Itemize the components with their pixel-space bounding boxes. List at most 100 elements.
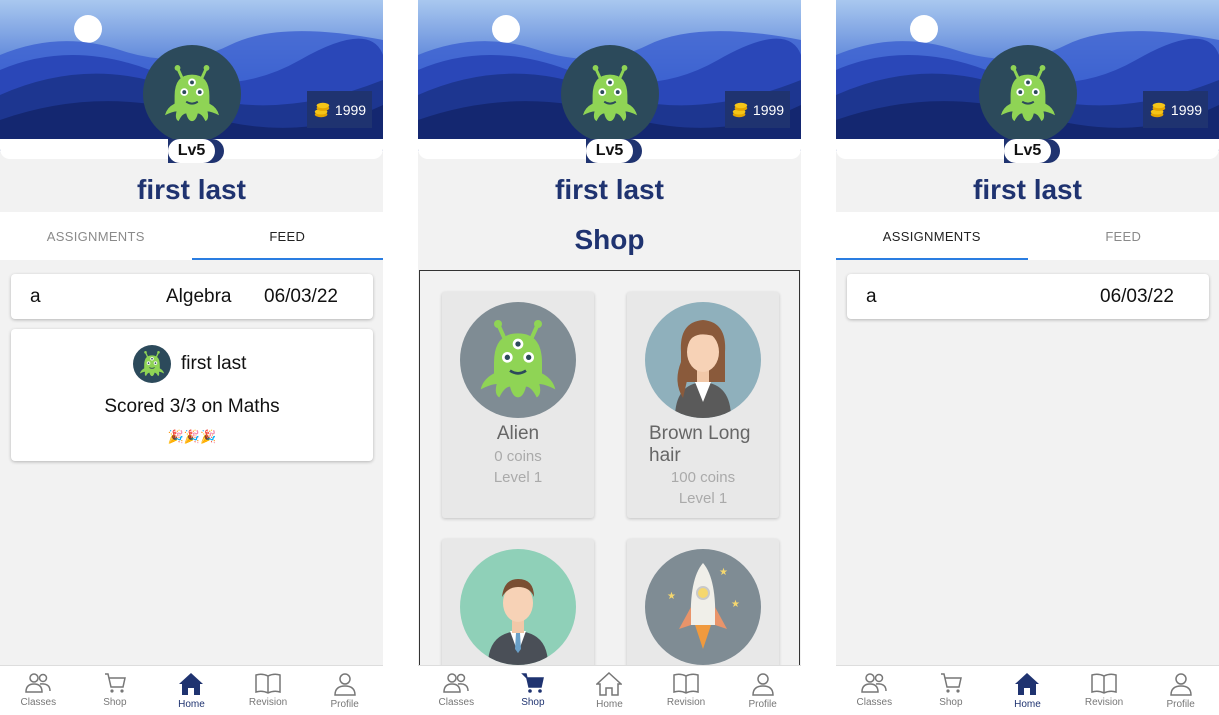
tab-assignments[interactable]: ASSIGNMENTS bbox=[836, 212, 1028, 260]
assignment-row[interactable]: a 06/03/22 bbox=[847, 274, 1209, 319]
nav-classes[interactable]: Classes bbox=[418, 666, 495, 715]
svg-text:★: ★ bbox=[719, 567, 728, 578]
assignment-subject: Algebra bbox=[166, 285, 232, 307]
nav-home[interactable]: Home bbox=[989, 666, 1066, 715]
woman-icon bbox=[675, 320, 731, 418]
nav-profile[interactable]: Profile bbox=[724, 666, 801, 715]
alien-icon bbox=[163, 65, 221, 123]
coins-icon bbox=[313, 101, 331, 119]
post-user: first last bbox=[181, 353, 247, 374]
nav-label: Revision bbox=[248, 697, 288, 708]
bottom-nav: Classes Shop Home Revision Profile bbox=[0, 665, 383, 715]
item-image bbox=[460, 302, 576, 418]
item-price: 100 coins bbox=[670, 469, 736, 486]
tab-feed[interactable]: FEED bbox=[191, 212, 384, 260]
shop-item-businessman[interactable] bbox=[442, 539, 594, 669]
app-stage: 1999 Lv5 first last ASSIGNMENTS FEED a A… bbox=[0, 0, 1219, 715]
tab-feed[interactable]: FEED bbox=[1028, 212, 1219, 260]
coin-balance: 1999 bbox=[725, 91, 790, 128]
home-icon bbox=[1015, 673, 1040, 695]
avatar[interactable] bbox=[561, 45, 659, 143]
nav-profile[interactable]: Profile bbox=[1142, 666, 1219, 715]
people-icon bbox=[861, 673, 888, 693]
nav-label: Profile bbox=[330, 699, 359, 710]
person-icon bbox=[751, 673, 774, 696]
home-icon bbox=[596, 672, 623, 696]
coins-icon bbox=[1149, 101, 1167, 119]
avatar[interactable] bbox=[143, 45, 241, 143]
profile-header: 1999 bbox=[836, 0, 1219, 158]
profile-header: 1999 bbox=[418, 0, 801, 158]
nav-shop[interactable]: Shop bbox=[77, 666, 154, 715]
nav-label: Home bbox=[1014, 699, 1041, 710]
rocket-icon: ★ ★ ★ bbox=[667, 563, 740, 649]
bottom-nav: Classes Shop Home Revision Profile bbox=[418, 665, 801, 715]
tab-bar: ASSIGNMENTS FEED bbox=[836, 212, 1219, 260]
nav-label: Classes bbox=[856, 697, 893, 708]
nav-label: Home bbox=[178, 699, 205, 710]
shop-item-alien[interactable]: Alien 0 coins Level 1 bbox=[442, 292, 594, 518]
nav-revision[interactable]: Revision bbox=[648, 666, 725, 715]
nav-shop[interactable]: Shop bbox=[913, 666, 990, 715]
shop-item-rocket[interactable]: ★ ★ ★ bbox=[627, 539, 779, 669]
profile-header: 1999 bbox=[0, 0, 383, 158]
coin-count: 1999 bbox=[334, 101, 367, 118]
level-badge: Lv5 bbox=[586, 139, 633, 163]
home-icon bbox=[179, 673, 204, 695]
people-icon bbox=[25, 673, 52, 693]
coin-count: 1999 bbox=[752, 101, 785, 118]
level-badge: Lv5 bbox=[168, 139, 215, 163]
item-level: Level 1 bbox=[493, 469, 543, 486]
book-icon bbox=[673, 673, 699, 694]
nav-label: Home bbox=[596, 699, 623, 710]
nav-home[interactable]: Home bbox=[153, 666, 230, 715]
nav-label: Shop bbox=[521, 697, 545, 708]
businessman-icon bbox=[488, 579, 548, 665]
post-message: Scored 3/3 on Maths bbox=[104, 396, 280, 417]
nav-label: Shop bbox=[103, 697, 127, 708]
nav-label: Revision bbox=[666, 697, 706, 708]
tab-bar: ASSIGNMENTS FEED bbox=[0, 212, 383, 260]
nav-home[interactable]: Home bbox=[571, 666, 648, 715]
shop-screen: 1999 Lv5 first last Shop Alien 0 coins L… bbox=[418, 0, 801, 715]
post-avatar bbox=[133, 345, 171, 383]
shop-title: Shop bbox=[574, 224, 645, 255]
nav-revision[interactable]: Revision bbox=[1066, 666, 1143, 715]
people-icon bbox=[443, 673, 470, 693]
nav-shop[interactable]: Shop bbox=[495, 666, 572, 715]
alien-icon bbox=[999, 65, 1057, 123]
avatar[interactable] bbox=[979, 45, 1077, 143]
shop-grid[interactable]: Alien 0 coins Level 1 Brown Long hair 10… bbox=[419, 270, 800, 670]
person-icon bbox=[333, 673, 356, 696]
assignment-row[interactable]: a Algebra 06/03/22 bbox=[11, 274, 373, 319]
coin-balance: 1999 bbox=[307, 91, 372, 128]
assignment-name: a bbox=[866, 285, 877, 307]
item-price: 0 coins bbox=[494, 448, 542, 465]
shop-item-brown-long-hair[interactable]: Brown Long hair 100 coins Level 1 bbox=[627, 292, 779, 518]
nav-revision[interactable]: Revision bbox=[230, 666, 307, 715]
book-icon bbox=[255, 673, 281, 694]
nav-profile[interactable]: Profile bbox=[306, 666, 383, 715]
coins-icon bbox=[731, 101, 749, 119]
alien-icon bbox=[478, 320, 558, 400]
user-name: first last bbox=[137, 174, 246, 205]
nav-label: Classes bbox=[20, 697, 57, 708]
nav-classes[interactable]: Classes bbox=[836, 666, 913, 715]
cart-icon bbox=[521, 673, 544, 693]
cart-icon bbox=[104, 673, 126, 693]
item-level: Level 1 bbox=[678, 490, 728, 507]
assignment-name: a bbox=[30, 285, 41, 307]
user-name: first last bbox=[973, 174, 1082, 205]
svg-text:★: ★ bbox=[731, 599, 740, 610]
book-icon bbox=[1091, 673, 1117, 694]
nav-label: Revision bbox=[1084, 697, 1124, 708]
tab-assignments[interactable]: ASSIGNMENTS bbox=[0, 212, 192, 260]
nav-label: Profile bbox=[1166, 699, 1195, 710]
svg-text:★: ★ bbox=[667, 591, 676, 602]
alien-icon bbox=[139, 351, 165, 377]
nav-classes[interactable]: Classes bbox=[0, 666, 77, 715]
home-screen-feed: 1999 Lv5 first last ASSIGNMENTS FEED a A… bbox=[0, 0, 383, 715]
level-badge: Lv5 bbox=[1004, 139, 1051, 163]
item-image: ★ ★ ★ bbox=[645, 549, 761, 665]
item-name: Brown Long hair bbox=[649, 423, 751, 466]
